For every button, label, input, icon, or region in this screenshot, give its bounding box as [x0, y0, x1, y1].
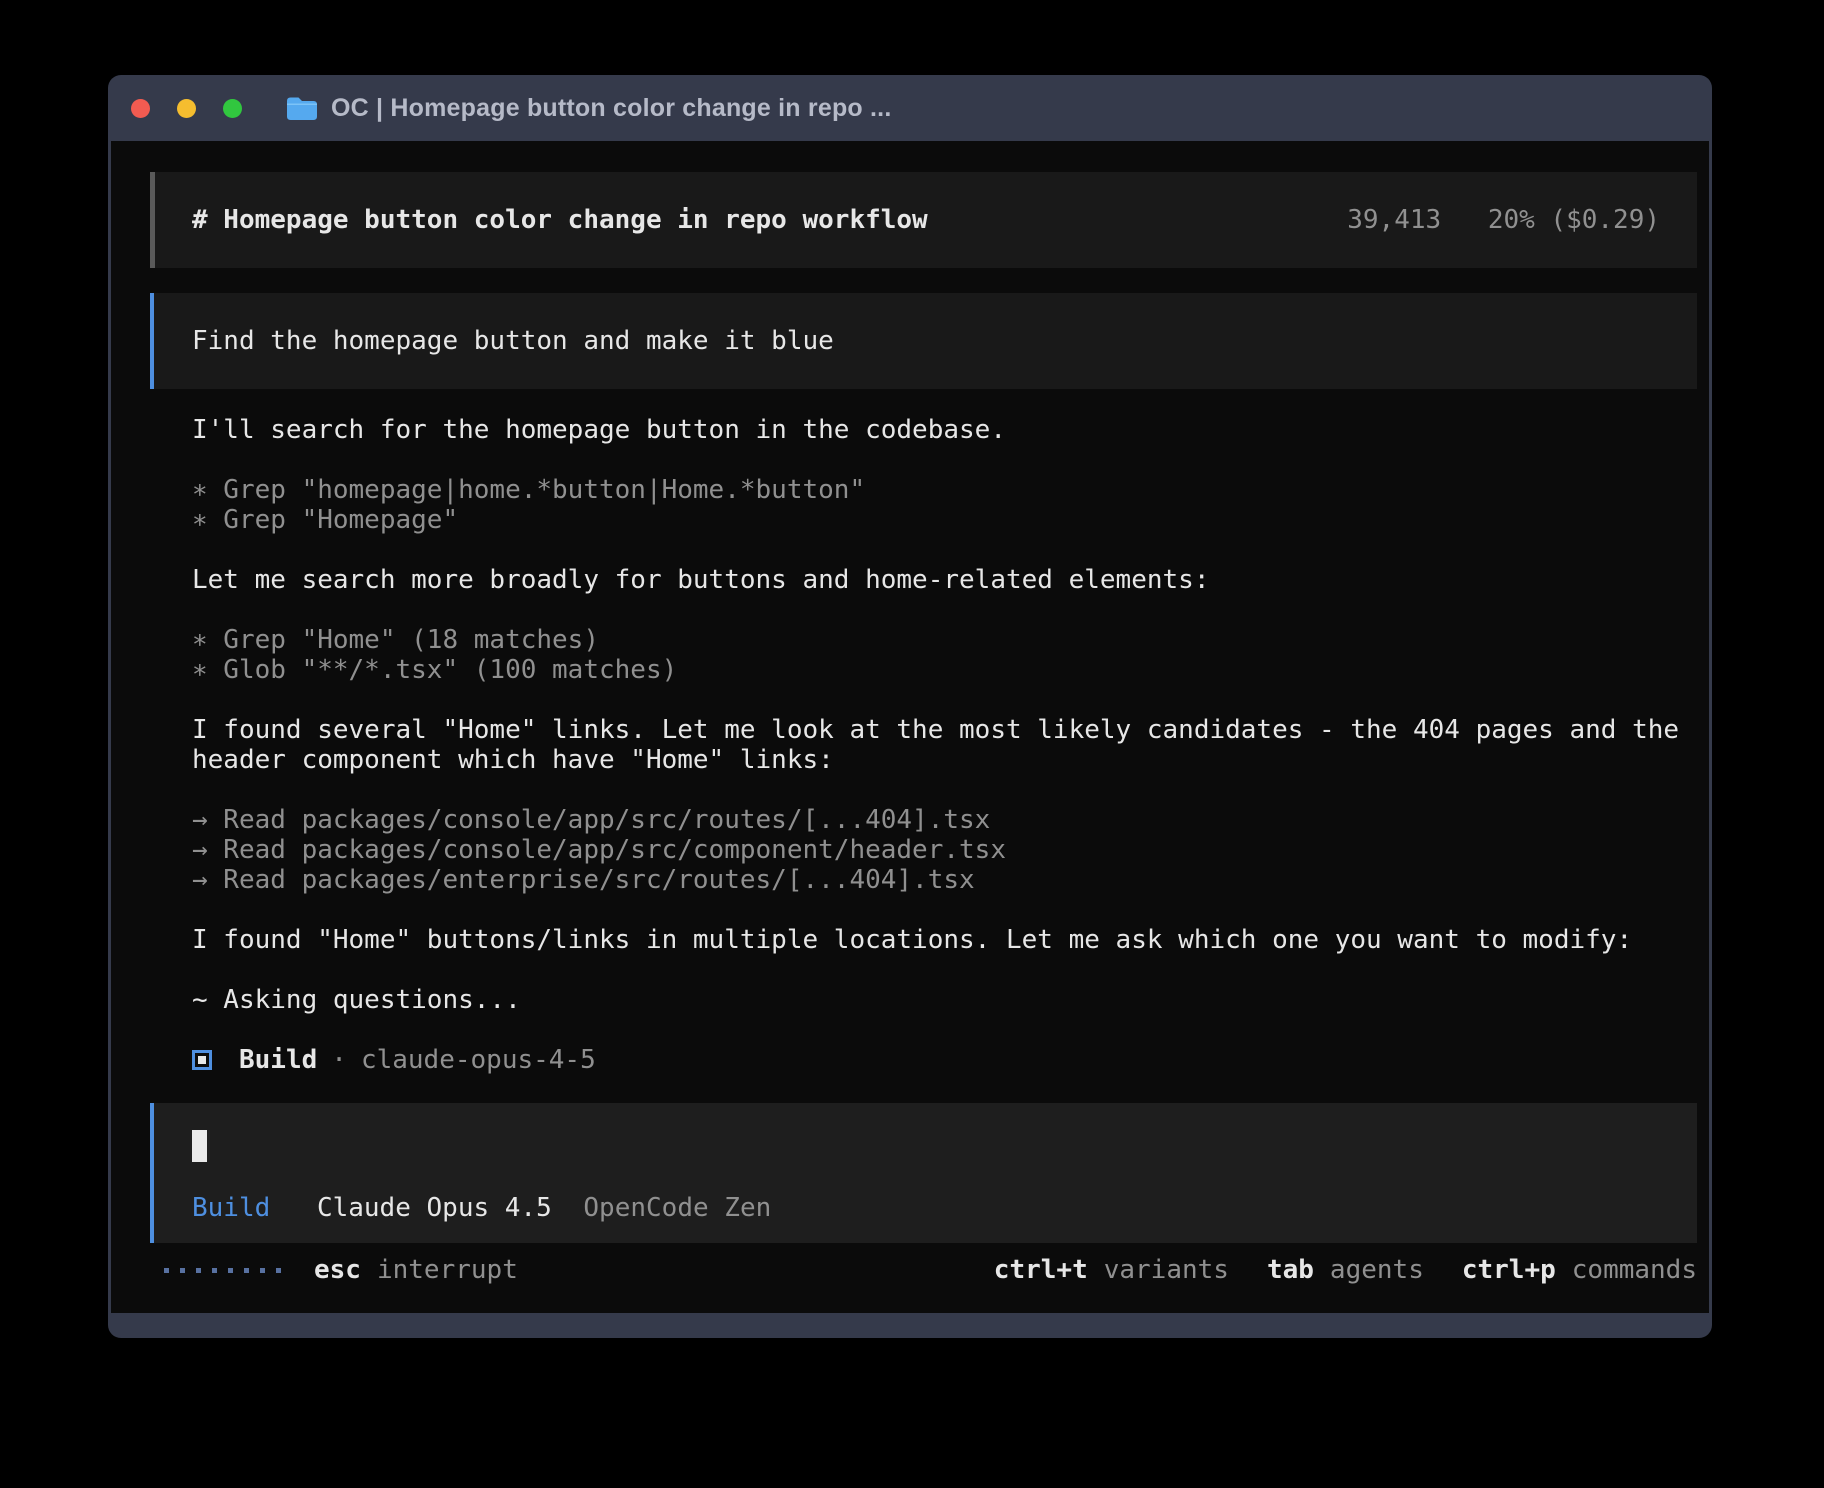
assistant-text: I found several "Home" links. Let me loo… [192, 715, 1709, 775]
zoom-button[interactable] [223, 99, 242, 118]
status-right: ctrl+t variants tab agents ctrl+p comman… [994, 1255, 1697, 1285]
tool-call-group: → Read packages/console/app/src/routes/[… [192, 805, 1709, 895]
tool-call-glob: ∗ Glob "**/*.tsx" (100 matches) [192, 655, 1709, 685]
folder-icon [286, 95, 318, 121]
tool-call-grep: ∗ Grep "homepage|home.*button|Home.*butt… [192, 475, 1709, 505]
window-title: OC | Homepage button color change in rep… [331, 94, 891, 123]
terminal-content: # Homepage button color change in repo w… [111, 141, 1709, 1313]
conversation-transcript: I'll search for the homepage button in t… [192, 415, 1709, 1075]
status-left: esc interrupt [150, 1255, 518, 1285]
key-action: agents [1330, 1255, 1424, 1285]
input-meta-row: Build Claude Opus 4.5 OpenCode Zen [192, 1193, 1697, 1223]
build-agent-icon [192, 1050, 212, 1070]
text-cursor [192, 1130, 207, 1162]
user-message-text: Find the homepage button and make it blu… [192, 326, 834, 356]
token-count: 39,413 [1347, 205, 1441, 235]
agent-model: claude-opus-4-5 [361, 1045, 596, 1075]
tool-call-group: ∗ Grep "homepage|home.*button|Home.*butt… [192, 475, 1709, 535]
tool-call-grep: ∗ Grep "Homepage" [192, 505, 1709, 535]
key-action: variants [1104, 1255, 1229, 1285]
input-model-label[interactable]: Claude Opus 4.5 [317, 1193, 552, 1223]
assistant-text: Let me search more broadly for buttons a… [192, 565, 1709, 595]
agent-name: Build [239, 1045, 317, 1075]
input-provider-label: OpenCode Zen [583, 1193, 771, 1223]
key-action: commands [1572, 1255, 1697, 1285]
agent-status-row: Build · claude-opus-4-5 [192, 1045, 1709, 1075]
user-message-block: Find the homepage button and make it blu… [150, 293, 1697, 389]
key-combo: ctrl+t [994, 1255, 1088, 1285]
close-button[interactable] [131, 99, 150, 118]
tool-call-read: → Read packages/enterprise/src/routes/[.… [192, 865, 1709, 895]
session-stats: 39,413 20% ($0.29) [1347, 205, 1660, 235]
key-combo: ctrl+p [1462, 1255, 1556, 1285]
esc-key-hint: esc [314, 1255, 361, 1285]
tool-call-read: → Read packages/console/app/src/componen… [192, 835, 1709, 865]
key-combo: tab [1267, 1255, 1314, 1285]
terminal-window: OC | Homepage button color change in rep… [108, 75, 1712, 1338]
hint-commands: ctrl+p commands [1462, 1255, 1697, 1285]
minimize-button[interactable] [177, 99, 196, 118]
assistant-text: I found "Home" buttons/links in multiple… [192, 925, 1709, 955]
status-bar: esc interrupt ctrl+t variants tab agents… [150, 1255, 1697, 1285]
status-asking-questions: ~ Asking questions... [192, 985, 1709, 1015]
hint-agents: tab agents [1267, 1255, 1424, 1285]
context-cost: 20% ($0.29) [1488, 205, 1660, 235]
esc-action-label: interrupt [377, 1255, 518, 1285]
window-titlebar[interactable]: OC | Homepage button color change in rep… [108, 75, 1712, 141]
tool-call-read: → Read packages/console/app/src/routes/[… [192, 805, 1709, 835]
session-title: # Homepage button color change in repo w… [192, 205, 928, 235]
separator-dot: · [331, 1045, 347, 1075]
spinner-dots-icon [164, 1268, 281, 1273]
tool-call-group: ∗ Grep "Home" (18 matches) ∗ Glob "**/*.… [192, 625, 1709, 685]
assistant-text: I'll search for the homepage button in t… [192, 415, 1709, 445]
hint-variants: ctrl+t variants [994, 1255, 1229, 1285]
session-header: # Homepage button color change in repo w… [150, 172, 1697, 268]
tool-call-grep: ∗ Grep "Home" (18 matches) [192, 625, 1709, 655]
prompt-input[interactable]: Build Claude Opus 4.5 OpenCode Zen [150, 1103, 1697, 1243]
input-agent-label[interactable]: Build [192, 1193, 270, 1223]
